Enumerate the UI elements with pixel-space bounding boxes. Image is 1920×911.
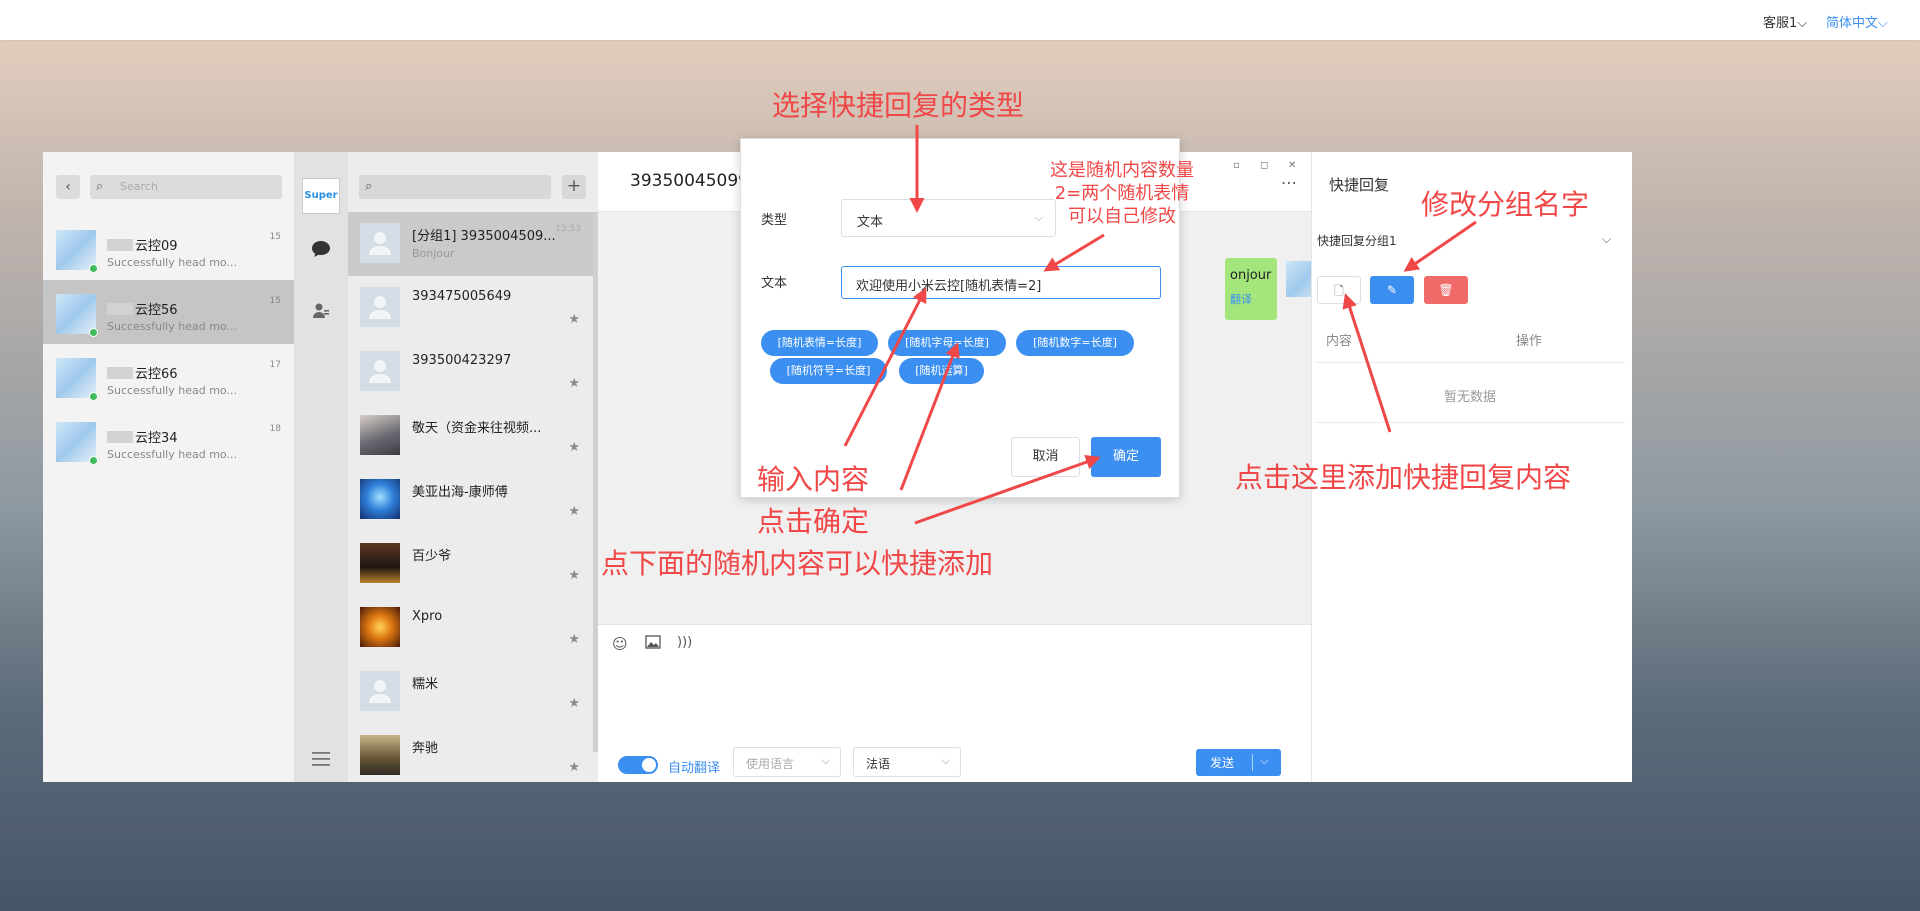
arrow bbox=[899, 342, 960, 491]
arrow bbox=[1403, 220, 1477, 272]
annotation-select-type: 选择快捷回复的类型 bbox=[772, 89, 1025, 122]
arrow bbox=[1342, 293, 1392, 433]
annotation-rename-group: 修改分组名字 bbox=[1421, 188, 1590, 221]
arrow bbox=[914, 454, 1101, 525]
annotation-enter-content: 输入内容 bbox=[757, 463, 870, 496]
arrow bbox=[843, 287, 927, 447]
annotation-arrows bbox=[843, 125, 1477, 525]
annotation-random-tags: 点下面的随机内容可以快捷添加 bbox=[601, 547, 994, 580]
arrow bbox=[1043, 233, 1105, 272]
annotation-add-quick-reply: 点击这里添加快捷回复内容 bbox=[1235, 461, 1572, 494]
annotation-click-confirm: 点击确定 bbox=[757, 505, 870, 538]
annotation-random-count: 这是随机内容数量 2=两个随机表情 可以自己修改 bbox=[1050, 160, 1194, 227]
